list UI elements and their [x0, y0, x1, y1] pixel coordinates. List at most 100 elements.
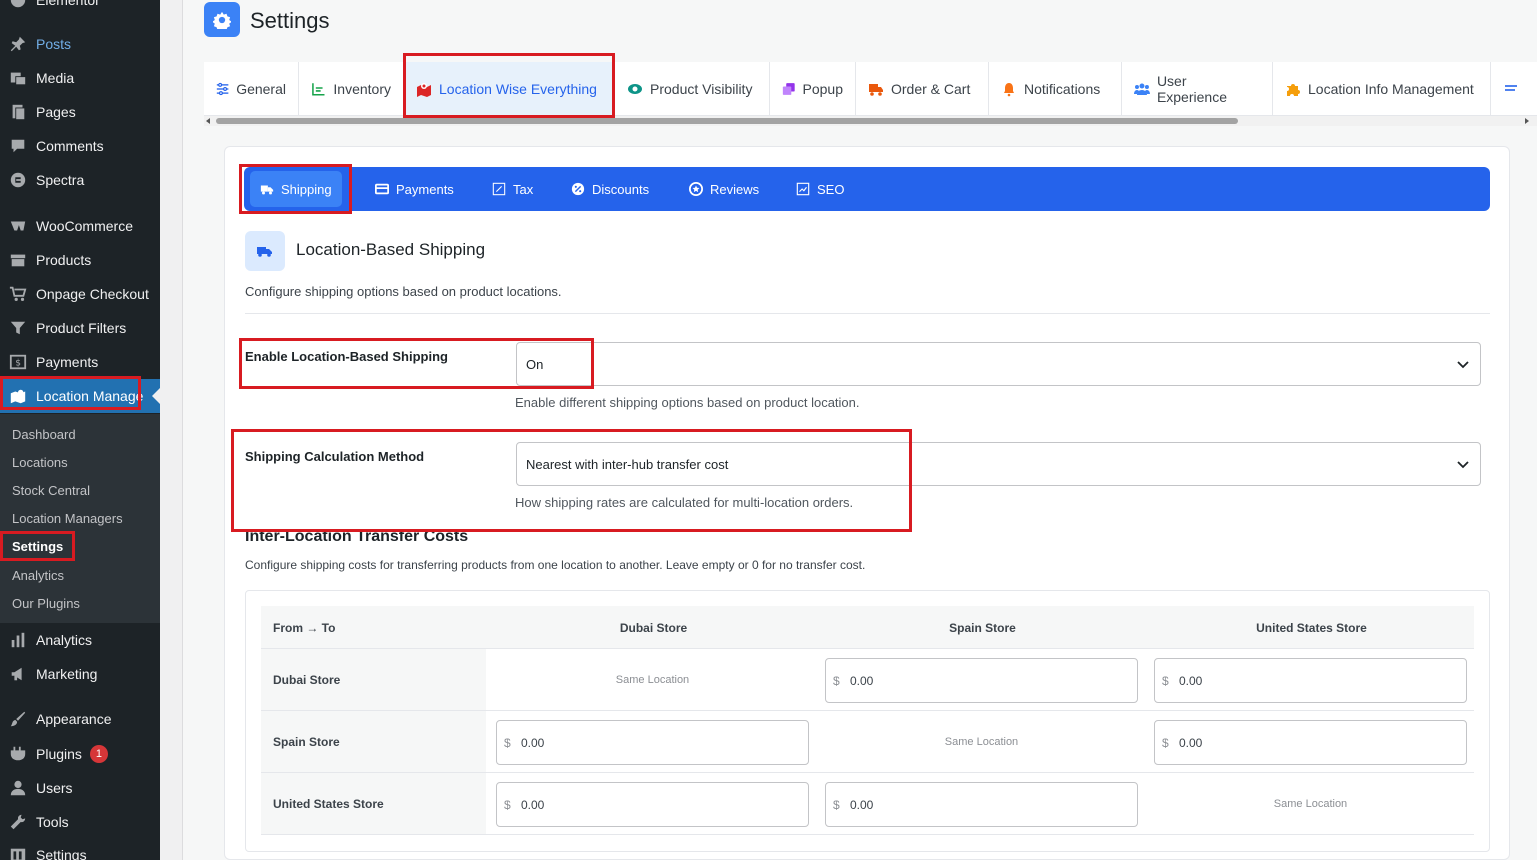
- puzzle-icon: [1287, 84, 1300, 96]
- transfer-cost-input[interactable]: $0.00: [1154, 658, 1467, 703]
- row-label: United States Store: [273, 797, 384, 811]
- content-border: [182, 0, 183, 860]
- tab-order-cart[interactable]: Order & Cart: [856, 62, 989, 116]
- submenu-settings[interactable]: Settings: [12, 539, 63, 554]
- transfer-costs-title: Inter-Location Transfer Costs: [245, 528, 469, 545]
- section-divider: [245, 313, 1490, 314]
- tab-label: User Experience: [1156, 73, 1227, 105]
- currency-symbol: $: [1162, 674, 1169, 688]
- menu-label: Spectra: [36, 172, 85, 188]
- menu-label: Location Manage: [36, 388, 144, 404]
- shipping-icon: [260, 185, 274, 195]
- menu-plugins[interactable]: Plugins 1: [0, 737, 160, 771]
- subtab-tax[interactable]: Tax: [492, 167, 533, 211]
- menu-spectra[interactable]: Spectra: [0, 163, 160, 197]
- wrench-icon: [0, 813, 36, 831]
- menu-label: Analytics: [36, 632, 93, 648]
- payment-icon: $: [0, 353, 36, 371]
- menu-onpage-checkout[interactable]: Onpage Checkout: [0, 277, 160, 311]
- map-marked-icon: [417, 83, 431, 97]
- menu-analytics[interactable]: Analytics: [0, 623, 160, 657]
- input-value: 0.00: [1179, 674, 1203, 688]
- menu-products[interactable]: Products: [0, 243, 160, 277]
- menu-label: Products: [36, 252, 92, 268]
- transfer-cost-input[interactable]: $0.00: [496, 782, 809, 827]
- subtab-label: Payments: [396, 181, 454, 197]
- menu-woocommerce[interactable]: WooCommerce: [0, 209, 160, 243]
- tabs-scrollbar[interactable]: [204, 116, 1537, 126]
- select-value: Nearest with inter-hub transfer cost: [526, 456, 729, 472]
- calc-method-help: How shipping rates are calculated for mu…: [515, 495, 854, 510]
- transfer-cost-input[interactable]: $0.00: [825, 782, 1138, 827]
- transfer-cost-input[interactable]: $0.00: [1154, 720, 1467, 765]
- menu-elementor[interactable]: Elementor: [0, 0, 160, 17]
- menu-label: Onpage Checkout: [36, 286, 149, 302]
- menu-label: Appearance: [36, 711, 112, 727]
- subtab-shipping[interactable]: Shipping: [250, 171, 342, 207]
- spectra-icon: [0, 171, 36, 189]
- scrollbar-thumb[interactable]: [216, 118, 1238, 124]
- menu-tools[interactable]: Tools: [0, 805, 160, 839]
- input-value: 0.00: [521, 736, 545, 750]
- scroll-left-icon[interactable]: [206, 118, 210, 124]
- scroll-right-icon[interactable]: [1525, 118, 1529, 124]
- section-title: Location-Based Shipping: [296, 240, 486, 259]
- menu-location-manager[interactable]: Location Manage: [0, 379, 160, 413]
- tab-location-wise-everything[interactable]: Location Wise Everything: [404, 62, 615, 116]
- menu-media[interactable]: Media: [0, 61, 160, 95]
- tab-label: Inventory: [333, 81, 391, 97]
- same-location-text: Same Location: [1273, 798, 1348, 810]
- submenu-dashboard[interactable]: Dashboard: [12, 427, 76, 442]
- tab-location-info-management[interactable]: Location Info Management: [1273, 62, 1491, 116]
- transfer-cost-input[interactable]: $0.00: [496, 720, 809, 765]
- menu-pages[interactable]: Pages: [0, 95, 160, 129]
- tab-popup[interactable]: Popup: [770, 62, 856, 116]
- submenu-analytics[interactable]: Analytics: [12, 568, 64, 583]
- calc-method-select[interactable]: Nearest with inter-hub transfer cost: [516, 442, 1481, 486]
- menu-product-filters[interactable]: Product Filters: [0, 311, 160, 345]
- bell-icon: [1004, 83, 1014, 97]
- tab-user-experience[interactable]: User Experience: [1122, 62, 1273, 116]
- menu-label: Users: [36, 780, 73, 796]
- menu-label: Tools: [36, 814, 69, 830]
- woocommerce-icon: [0, 217, 36, 235]
- tab-label: Location Info Management: [1308, 81, 1474, 97]
- row-label: Spain Store: [273, 735, 340, 749]
- submenu-locations[interactable]: Locations: [12, 455, 68, 470]
- subtab-reviews[interactable]: Reviews: [689, 167, 759, 211]
- submenu-stock-central[interactable]: Stock Central: [12, 483, 90, 498]
- tab-inventory[interactable]: Inventory: [299, 62, 404, 116]
- subtab-payments[interactable]: Payments: [375, 167, 454, 211]
- subtab-label: SEO: [817, 181, 845, 197]
- tab-label: Product Visibility: [650, 81, 753, 97]
- submenu-our-plugins[interactable]: Our Plugins: [12, 596, 80, 611]
- tab-notifications[interactable]: Notifications: [989, 62, 1122, 116]
- admin-sidebar: Elementor Posts Media Pages Comments Spe…: [0, 0, 160, 860]
- current-menu-arrow: [152, 388, 160, 404]
- menu-label: Product Filters: [36, 320, 127, 336]
- seo-chart-icon: [796, 182, 810, 196]
- currency-symbol: $: [504, 798, 511, 812]
- location-manager-submenu: Dashboard Locations Stock Central Locati…: [0, 414, 160, 623]
- menu-appearance[interactable]: Appearance: [0, 702, 160, 736]
- menu-users[interactable]: Users: [0, 771, 160, 805]
- tab-more[interactable]: [1491, 62, 1537, 116]
- enable-shipping-select[interactable]: On: [516, 342, 1481, 386]
- select-value: On: [526, 356, 544, 372]
- tab-general[interactable]: General: [204, 62, 299, 116]
- menu-posts[interactable]: Posts: [0, 27, 160, 61]
- menu-settings[interactable]: Settings: [0, 838, 160, 860]
- menu-comments[interactable]: Comments: [0, 129, 160, 163]
- submenu-location-managers[interactable]: Location Managers: [12, 511, 123, 526]
- svg-text:$: $: [15, 359, 21, 369]
- subtab-seo[interactable]: SEO: [796, 167, 844, 211]
- plugin-icon: [0, 745, 36, 763]
- menu-payments[interactable]: $ Payments: [0, 345, 160, 379]
- pages-icon: [0, 103, 36, 121]
- menu-label: Comments: [36, 138, 104, 154]
- pin-icon: [0, 35, 36, 53]
- transfer-cost-input[interactable]: $0.00: [825, 658, 1138, 703]
- menu-marketing[interactable]: Marketing: [0, 657, 160, 691]
- subtab-discounts[interactable]: Discounts: [571, 167, 649, 211]
- tab-product-visibility[interactable]: Product Visibility: [615, 62, 770, 116]
